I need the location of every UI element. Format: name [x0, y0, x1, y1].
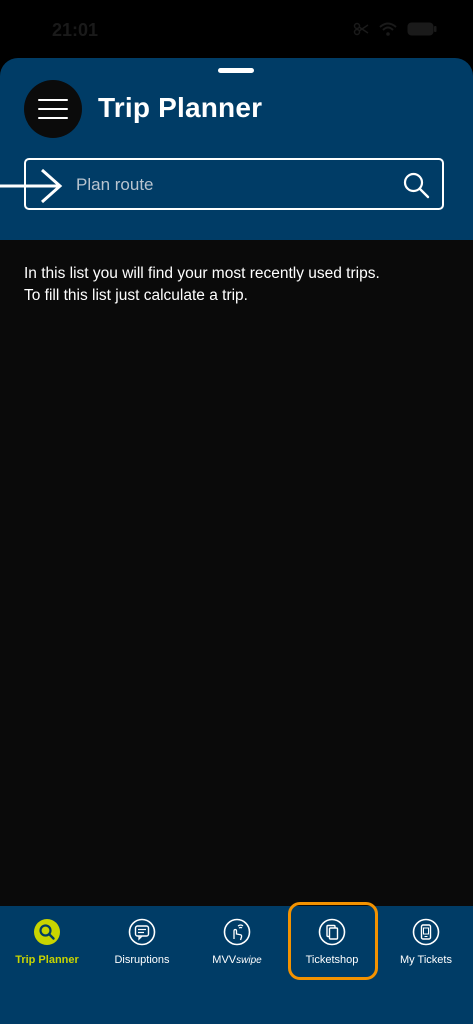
- tab-label: MVVswipe: [212, 954, 262, 966]
- status-bar: 21:01: [0, 0, 473, 62]
- tab-trip-planner[interactable]: Trip Planner: [0, 906, 94, 986]
- menu-button[interactable]: [24, 80, 82, 138]
- bottom-tab-bar: Trip Planner Disruptions MVVswipe Ticket…: [0, 906, 473, 1024]
- tab-label: Trip Planner: [15, 954, 79, 966]
- search-icon: [34, 919, 60, 945]
- sheet-grabber[interactable]: [218, 68, 254, 73]
- hamburger-icon: [38, 99, 68, 101]
- plan-route-input[interactable]: [74, 160, 398, 210]
- recent-trips-info: In this list you will find your most rec…: [24, 263, 464, 307]
- wifi-icon: [379, 22, 397, 41]
- info-line: To fill this list just calculate a trip.: [24, 287, 248, 304]
- info-line: In this list you will find your most rec…: [24, 265, 380, 282]
- tab-my-tickets[interactable]: My Tickets: [379, 906, 473, 986]
- battery-icon: [407, 22, 437, 41]
- speech-bubble-icon: [128, 918, 156, 946]
- arrow-right-icon: [0, 168, 63, 204]
- page-title: Trip Planner: [98, 92, 263, 123]
- tab-mvv-swipe[interactable]: MVVswipe: [190, 906, 284, 986]
- ticket-phone-icon: [412, 918, 440, 946]
- search-icon[interactable]: [402, 171, 430, 199]
- ticketshop-highlight: [288, 902, 378, 980]
- trip-planner-sheet: Trip Planner In this list you will find …: [0, 58, 473, 1024]
- scissors-icon: [353, 22, 369, 41]
- swipe-hand-icon: [223, 918, 251, 946]
- header: Trip Planner: [0, 58, 473, 240]
- plan-route-field[interactable]: [24, 158, 444, 210]
- tab-disruptions[interactable]: Disruptions: [95, 906, 189, 986]
- tab-label: My Tickets: [400, 954, 452, 966]
- status-time: 21:01: [52, 20, 99, 40]
- tab-label: Disruptions: [114, 954, 170, 966]
- status-icons: [353, 22, 437, 41]
